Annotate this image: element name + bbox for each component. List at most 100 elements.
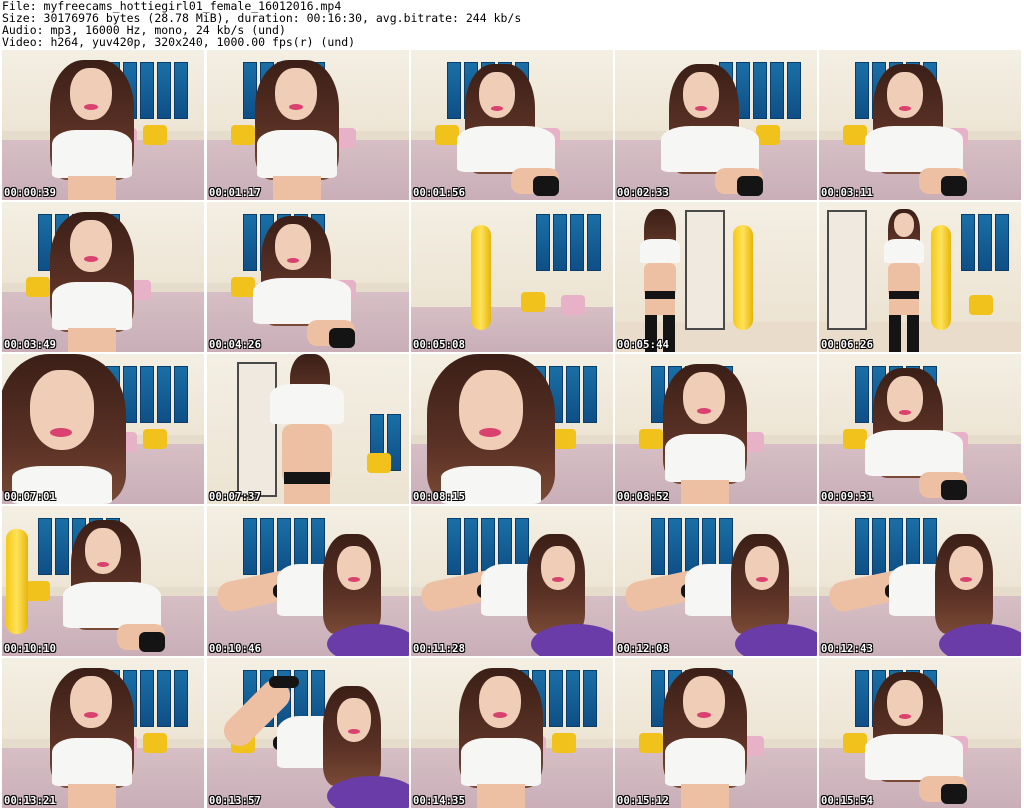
face <box>479 72 515 118</box>
door <box>685 209 725 330</box>
video-thumbnail: 00:14:35 <box>411 658 613 808</box>
thumbnail-timestamp: 00:15:12 <box>617 795 670 807</box>
thumbnail-timestamp: 00:12:08 <box>617 643 670 655</box>
thumbnail-timestamp: 00:15:54 <box>821 795 874 807</box>
thumbnail-timestamp: 00:08:52 <box>617 491 670 503</box>
stockings-left <box>889 315 901 352</box>
lips <box>756 577 768 582</box>
face <box>683 676 725 728</box>
lips <box>695 106 707 111</box>
person <box>42 50 142 200</box>
lips <box>348 577 360 582</box>
face <box>275 68 317 120</box>
video-thumbnail: 00:03:11 <box>819 50 1021 200</box>
lips <box>289 104 303 110</box>
white-top <box>257 130 337 178</box>
thumbnail-image <box>207 354 409 504</box>
yellow-pillow <box>552 733 577 753</box>
lips <box>50 428 72 437</box>
midriff <box>68 176 116 200</box>
stockings <box>269 676 299 688</box>
face <box>887 72 923 118</box>
video-thumbnail: 00:06:26 <box>819 202 1021 352</box>
white-top <box>865 126 963 172</box>
thumbnail-image <box>207 202 409 352</box>
yellow-lamp <box>931 224 951 330</box>
face <box>70 220 112 272</box>
face <box>70 676 112 728</box>
thumbnail-timestamp: 00:12:43 <box>821 643 874 655</box>
white-top <box>270 384 344 424</box>
thumbnail-image <box>2 202 204 352</box>
thumbnail-timestamp: 00:08:15 <box>413 491 466 503</box>
video-thumbnail: 00:09:31 <box>819 354 1021 504</box>
wall-panel <box>173 62 188 119</box>
white-top <box>665 738 745 786</box>
face <box>541 546 575 590</box>
white-top <box>63 582 161 628</box>
thumbnail-timestamp: 00:13:21 <box>4 795 57 807</box>
thumbnail-image <box>615 50 817 200</box>
thighs <box>889 299 919 315</box>
video-thumbnail: 00:05:44 <box>615 202 817 352</box>
wall-panel <box>552 214 567 271</box>
thumbnail-timestamp: 00:01:56 <box>413 187 466 199</box>
face <box>70 68 112 120</box>
underwear <box>889 291 919 299</box>
wall-panel <box>38 518 53 575</box>
thumbnail-image <box>615 658 817 808</box>
white-top <box>457 126 555 172</box>
wall-panel <box>769 62 784 119</box>
thumbnail-timestamp: 00:05:44 <box>617 339 670 351</box>
lips <box>84 256 98 262</box>
video-thumbnail: 00:15:54 <box>819 658 1021 808</box>
person <box>859 354 969 504</box>
person <box>42 658 142 808</box>
face <box>683 72 719 118</box>
thumbnail-image <box>2 658 204 808</box>
stockings <box>737 176 763 196</box>
video-thumbnail: 00:11:28 <box>411 506 613 656</box>
yellow-pillow <box>521 292 545 312</box>
yellow-pillow <box>367 453 391 473</box>
video-thumbnail: 00:04:26 <box>207 202 409 352</box>
midriff <box>681 480 729 504</box>
yellow-pillow <box>143 429 168 449</box>
person <box>451 50 561 200</box>
pink-pillow <box>561 295 585 315</box>
thumbnail-image <box>411 50 613 200</box>
thumbnail-timestamp: 00:04:26 <box>209 339 262 351</box>
thumbnail-timestamp: 00:09:31 <box>821 491 874 503</box>
wall-panel <box>786 62 801 119</box>
thumbnail-timestamp: 00:05:08 <box>413 339 466 351</box>
thighs <box>284 484 330 504</box>
yellow-pillow <box>26 581 51 601</box>
yellow-pillow <box>143 125 168 145</box>
thumbnail-timestamp: 00:07:01 <box>4 491 57 503</box>
white-top <box>865 430 963 476</box>
person <box>451 658 551 808</box>
thumbnail-timestamp: 00:01:17 <box>209 187 262 199</box>
face <box>949 546 983 590</box>
thumbnail-timestamp: 00:10:46 <box>209 643 262 655</box>
wall-panel <box>582 366 597 423</box>
face <box>887 680 923 726</box>
yellow-pillow <box>969 295 993 315</box>
thumbnail-timestamp: 00:03:11 <box>821 187 874 199</box>
stockings <box>941 784 967 804</box>
lips <box>491 106 503 111</box>
person <box>859 658 969 808</box>
yellow-lamp <box>6 528 28 634</box>
person <box>655 354 755 504</box>
thumbnail-timestamp: 00:10:10 <box>4 643 57 655</box>
person <box>2 354 132 504</box>
wall-panel <box>977 214 992 271</box>
thumbnail-timestamp: 00:02:33 <box>617 187 670 199</box>
lips <box>960 577 972 582</box>
yellow-pillow <box>143 733 168 753</box>
thumbnail-timestamp: 00:00:39 <box>4 187 57 199</box>
stockings <box>941 176 967 196</box>
thighs <box>645 299 675 315</box>
video-thumbnail: 00:01:17 <box>207 50 409 200</box>
wall-panel <box>565 670 580 727</box>
